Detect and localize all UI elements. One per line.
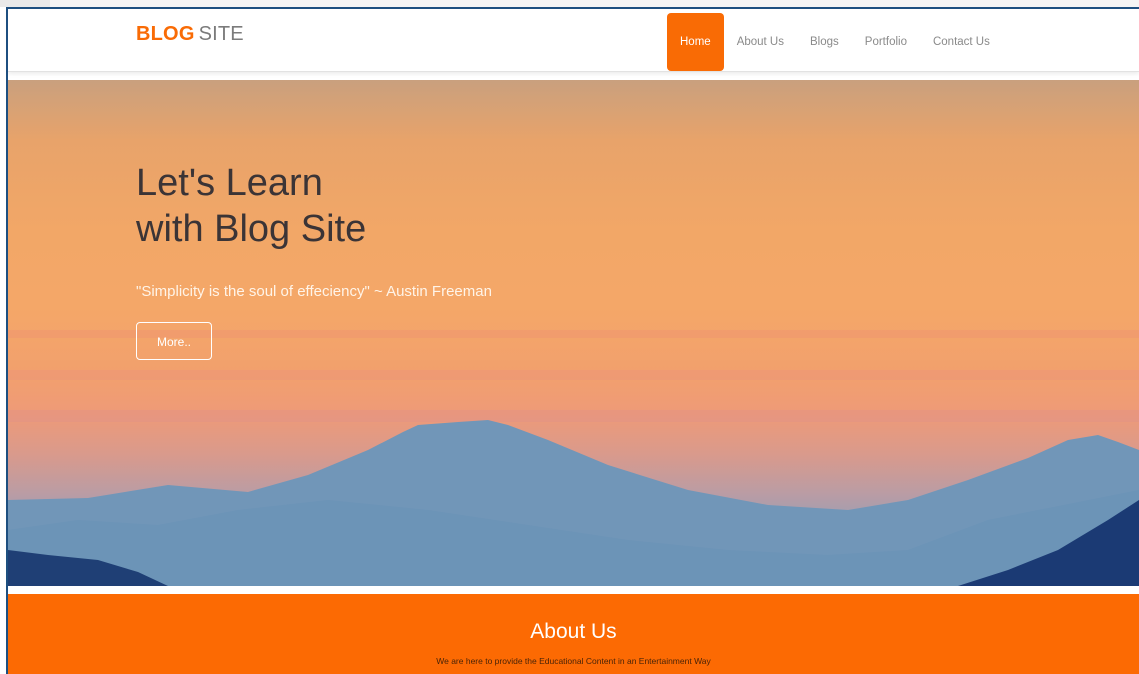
hero-title-line-1: Let's Learn bbox=[136, 162, 323, 204]
hero-title: Let's Learn with Blog Site bbox=[136, 160, 366, 252]
main-nav: Home About Us Blogs Portfolio Contact Us bbox=[667, 13, 1003, 71]
more-button[interactable]: More.. bbox=[136, 322, 212, 360]
cloud-streak bbox=[8, 370, 1139, 380]
about-description: We are here to provide the Educational C… bbox=[436, 656, 711, 666]
logo-light-text: SITE bbox=[198, 23, 244, 45]
browser-viewport: BLOG SITE Home About Us Blogs Portfolio C… bbox=[0, 0, 1139, 674]
site-logo[interactable]: BLOG SITE bbox=[136, 23, 244, 46]
nav-item-portfolio[interactable]: Portfolio bbox=[852, 13, 920, 71]
about-section: About Us We are here to provide the Educ… bbox=[8, 594, 1139, 674]
logo-bold-text: BLOG bbox=[136, 23, 195, 45]
navbar: BLOG SITE Home About Us Blogs Portfolio C… bbox=[8, 9, 1139, 72]
nav-item-contact-us[interactable]: Contact Us bbox=[920, 13, 1003, 71]
cloud-streak bbox=[8, 410, 1139, 422]
hero-title-line-2: with Blog Site bbox=[136, 208, 367, 250]
top-strip bbox=[0, 0, 1139, 7]
nav-item-blogs[interactable]: Blogs bbox=[797, 13, 852, 71]
nav-item-home[interactable]: Home bbox=[667, 13, 724, 71]
nav-item-about-us[interactable]: About Us bbox=[724, 13, 797, 71]
section-gap bbox=[8, 586, 1139, 594]
about-title: About Us bbox=[530, 620, 617, 643]
hero-quote: "Simplicity is the soul of effeciency" ~… bbox=[136, 283, 492, 300]
hero-section: Let's Learn with Blog Site "Simplicity i… bbox=[8, 80, 1139, 586]
